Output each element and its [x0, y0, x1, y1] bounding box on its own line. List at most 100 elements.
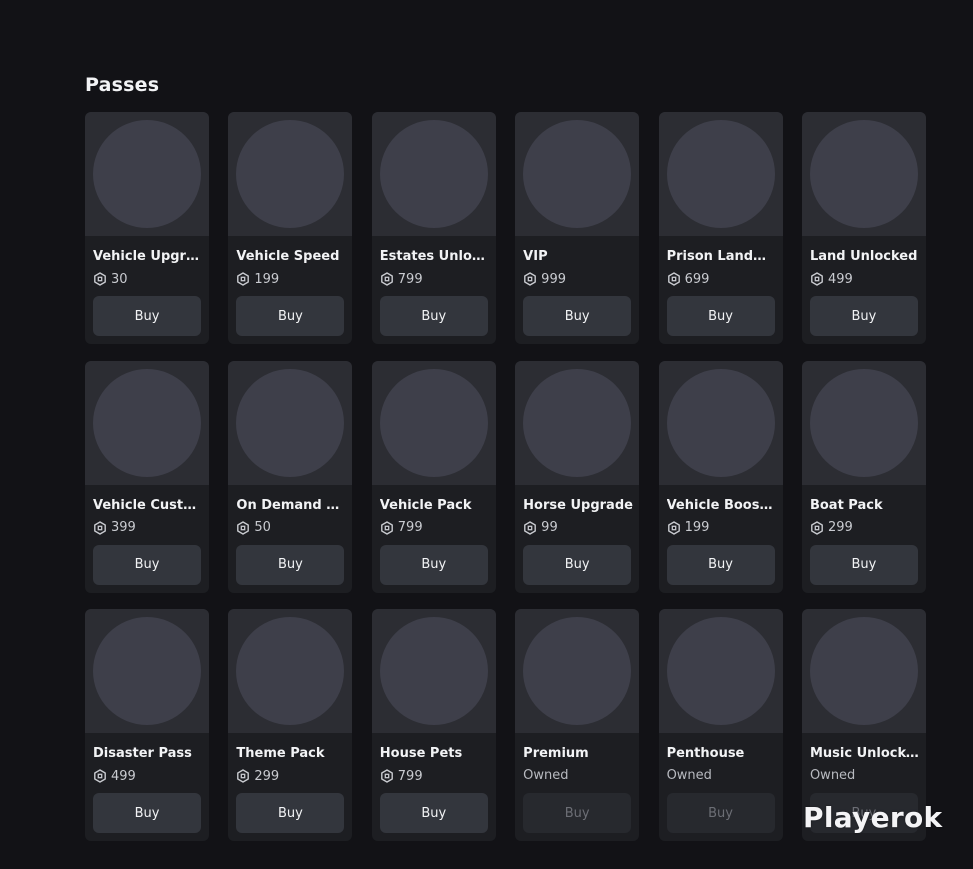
- robux-icon: [667, 520, 681, 535]
- price-row: 799: [380, 270, 423, 288]
- pass-thumbnail[interactable]: [801, 112, 926, 236]
- pass-card[interactable]: Boat Pack 299 Buy: [801, 360, 926, 593]
- robux-icon: [810, 272, 824, 286]
- buy-button[interactable]: Buy: [809, 296, 918, 336]
- pass-card[interactable]: Vehicle Speed 199 Buy: [228, 112, 353, 344]
- pass-thumbnail-placeholder: [666, 120, 775, 228]
- buy-button[interactable]: Buy: [666, 296, 775, 336]
- pass-card[interactable]: Estates Unloc... 799 Buy: [371, 112, 496, 344]
- pass-name: Music Unlocked: [809, 746, 921, 761]
- price-value: 799: [397, 768, 423, 784]
- pass-thumbnail-placeholder: [93, 368, 201, 477]
- pass-card[interactable]: Vehicle Custo... 399 Buy: [85, 360, 209, 593]
- price-row: 799: [380, 519, 423, 537]
- pass-card[interactable]: Theme Pack 299 Buy: [228, 609, 353, 841]
- price-row: 799: [380, 767, 423, 785]
- pass-thumbnail[interactable]: [658, 360, 783, 485]
- pass-thumbnail[interactable]: [371, 112, 496, 236]
- buy-button[interactable]: Buy: [93, 793, 201, 833]
- pass-thumbnail-placeholder: [93, 617, 201, 725]
- pass-name: Penthouse: [666, 746, 745, 761]
- robux-icon: [236, 769, 250, 783]
- pass-name: Vehicle Pack: [379, 497, 472, 513]
- robux-icon: [667, 272, 681, 286]
- buy-button[interactable]: Buy: [236, 793, 345, 833]
- pass-thumbnail[interactable]: [658, 609, 783, 733]
- robux-icon: [236, 272, 250, 286]
- pass-thumbnail-placeholder: [236, 617, 345, 725]
- pass-thumbnail[interactable]: [371, 609, 496, 733]
- buy-button[interactable]: Buy: [523, 544, 632, 585]
- buy-button[interactable]: Buy: [379, 296, 488, 336]
- pass-thumbnail[interactable]: [85, 360, 209, 485]
- pass-name: Theme Pack: [236, 746, 325, 761]
- pass-card[interactable]: On Demand Fi... 50 Buy: [228, 360, 353, 593]
- buy-button[interactable]: Buy: [236, 544, 345, 585]
- pass-name: VIP: [523, 249, 548, 264]
- pass-card[interactable]: VIP 999 Buy: [515, 112, 640, 344]
- buy-button[interactable]: Buy: [809, 544, 918, 585]
- robux-icon: [380, 520, 394, 535]
- buy-button[interactable]: Buy: [236, 296, 345, 336]
- robux-icon: [810, 520, 824, 535]
- pass-thumbnail[interactable]: [228, 360, 353, 485]
- price-row: 199: [236, 270, 279, 288]
- pass-thumbnail-placeholder: [379, 120, 488, 228]
- price-value: 799: [397, 520, 423, 535]
- robux-icon: [523, 520, 537, 535]
- pass-name: Boat Pack: [809, 497, 883, 513]
- pass-thumbnail[interactable]: [658, 112, 783, 236]
- pass-thumbnail[interactable]: [515, 112, 640, 236]
- pass-thumbnail[interactable]: [801, 360, 926, 485]
- price-value: 699: [684, 271, 710, 287]
- buy-button[interactable]: Buy: [379, 544, 488, 585]
- pass-card[interactable]: Penthouse Owned Buy: [658, 609, 783, 841]
- price-value: 299: [254, 768, 280, 784]
- buy-button[interactable]: Buy: [666, 544, 775, 585]
- buy-button[interactable]: Buy: [523, 296, 632, 336]
- pass-thumbnail[interactable]: [228, 112, 353, 236]
- price-row: 50: [236, 519, 271, 537]
- buy-button[interactable]: Buy: [93, 296, 201, 336]
- pass-thumbnail[interactable]: [515, 609, 640, 733]
- pass-thumbnail[interactable]: [85, 112, 209, 236]
- pass-card[interactable]: Land Unlocked 499 Buy: [801, 112, 926, 344]
- pass-card[interactable]: House Pets 799 Buy: [371, 609, 496, 841]
- robux-icon: [236, 520, 250, 535]
- buy-button[interactable]: Buy: [93, 544, 201, 585]
- pass-card[interactable]: Horse Upgrade 99 Buy: [515, 360, 640, 593]
- pass-thumbnail[interactable]: [85, 609, 209, 733]
- pass-card[interactable]: Disaster Pass 499 Buy: [85, 609, 209, 841]
- price-row: 399: [93, 519, 136, 537]
- pass-card[interactable]: Prison Landm... 699 Buy: [658, 112, 783, 344]
- pass-name: House Pets: [379, 746, 463, 761]
- pass-thumbnail[interactable]: [228, 609, 353, 733]
- pass-name: Vehicle Boost ...: [666, 497, 778, 513]
- pass-name: Prison Landm...: [666, 249, 778, 264]
- price-value: 399: [111, 520, 136, 535]
- pass-thumbnail-placeholder: [93, 120, 201, 228]
- robux-icon: [380, 272, 394, 286]
- owned-label: Owned: [523, 768, 569, 783]
- pass-thumbnail[interactable]: [801, 609, 926, 733]
- price-row: 499: [93, 767, 136, 785]
- pass-name: On Demand Fi...: [236, 497, 348, 513]
- pass-thumbnail-placeholder: [236, 368, 345, 477]
- price-value: 199: [254, 271, 280, 287]
- robux-icon: [380, 769, 394, 783]
- robux-icon: [93, 272, 107, 286]
- price-value: 799: [397, 271, 423, 287]
- pass-card[interactable]: Premium Owned Buy: [515, 609, 640, 841]
- pass-thumbnail[interactable]: [371, 360, 496, 485]
- price-value: 30: [111, 271, 128, 287]
- pass-thumbnail-placeholder: [236, 120, 345, 228]
- pass-card[interactable]: Vehicle Boost ... 199 Buy: [658, 360, 783, 593]
- pass-thumbnail-placeholder: [379, 368, 488, 477]
- pass-card[interactable]: Vehicle Pack 799 Buy: [371, 360, 496, 593]
- pass-thumbnail-placeholder: [666, 617, 775, 725]
- price-row: 299: [810, 519, 853, 537]
- pass-thumbnail-placeholder: [523, 368, 632, 477]
- buy-button[interactable]: Buy: [379, 793, 488, 833]
- pass-card[interactable]: Vehicle Upgra... 30 Buy: [85, 112, 209, 344]
- pass-thumbnail[interactable]: [515, 360, 640, 485]
